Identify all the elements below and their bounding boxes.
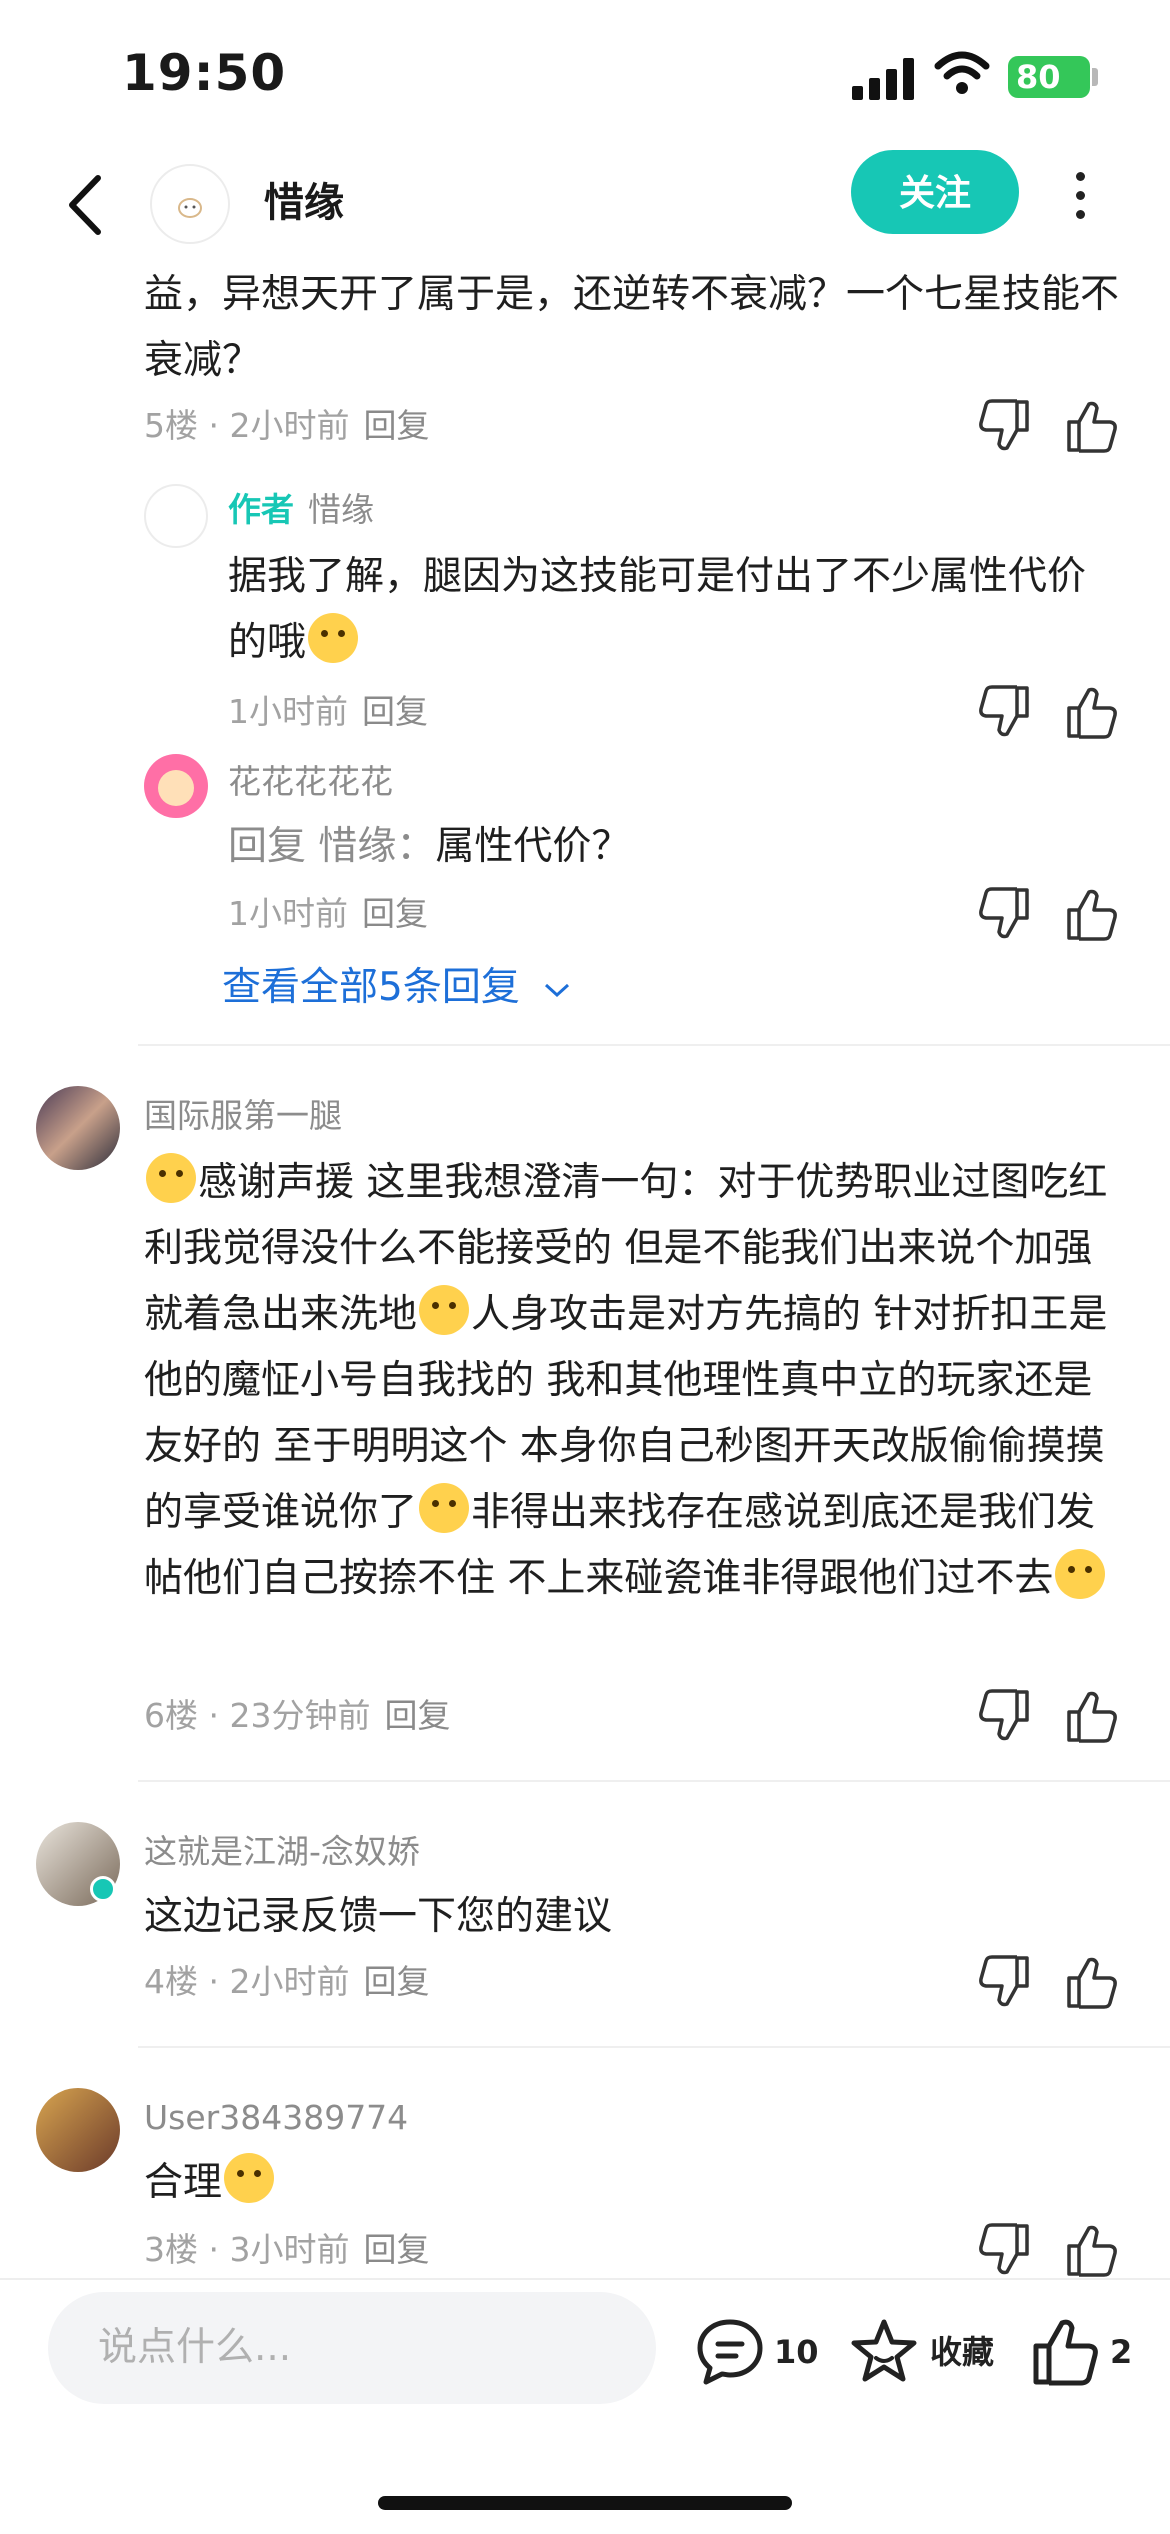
reply-meta: 1小时前 回复 [228,892,428,936]
chevron-down-icon [545,983,570,998]
avatar[interactable] [36,1086,120,1170]
dislike-icon[interactable] [973,396,1033,456]
dislike-icon[interactable] [973,2220,1033,2280]
view-all-label: 查看全部5条回复 [222,965,520,1010]
comment-meta: 6楼 · 23分钟前 回复 [144,1696,451,1735]
bottom-action-bar: 说点什么... 10 收藏 2 [0,2278,1170,2534]
grin-emoji-icon [1055,1549,1106,1599]
comment-input[interactable]: 说点什么... [48,2292,656,2404]
floor-label: 3楼 [144,2230,198,2269]
dislike-icon[interactable] [973,1686,1033,1746]
comment-text: 感谢声援 这里我想澄清一句：对于优势职业过图吃红利我觉得没什么不能接受的 但是不… [144,1150,1124,1612]
floor-label: 5楼 [144,406,198,445]
dislike-icon[interactable] [973,682,1033,742]
avatar[interactable] [36,2088,120,2172]
like-icon[interactable] [1063,2220,1123,2280]
divider [138,1044,1170,1046]
comment-meta: 4楼 · 2小时前 回复 [144,1962,430,2001]
cat-avatar-icon [178,198,202,218]
dislike-icon[interactable] [973,884,1033,944]
time-label: 2小时前 [229,1962,350,2001]
reply-text: 据我了解，腿因为这技能可是付出了不少属性代价的哦 [228,544,1108,676]
floor-label: 4楼 [144,1962,198,2001]
reply-meta: 1小时前 回复 [228,690,428,734]
collect-label[interactable]: 收藏 [930,2328,994,2376]
comment-meta: 3楼 · 3小时前 回复 [144,2230,430,2269]
wifi-icon [934,51,990,94]
reply-username[interactable]: 惜缘 [308,490,374,529]
smile-emoji-icon [308,613,359,663]
divider [138,2046,1170,2048]
follow-button[interactable]: 关注 [851,150,1019,234]
nav-bar: 惜缘 关注 [0,150,1170,260]
reply-button[interactable]: 回复 [363,406,429,445]
avatar[interactable] [150,164,230,244]
reply-to-prefix[interactable]: 回复 惜缘： [228,824,435,869]
dislike-icon[interactable] [973,1952,1033,2012]
sweat-emoji-icon [419,1285,470,1335]
reply-author: 作者 惜缘 [228,488,374,532]
reply-button[interactable]: 回复 [362,894,428,933]
like-icon[interactable] [1063,396,1123,456]
time-label: 1小时前 [228,692,348,731]
like-icon[interactable] [1028,2314,1104,2390]
reply-button[interactable]: 回复 [362,692,428,731]
like-count: 2 [1110,2333,1133,2371]
reply-text-content: 属性代价？ [435,824,631,869]
thinking-emoji-icon [419,1483,470,1533]
time-label: 23分钟前 [229,1696,371,1735]
like-icon[interactable] [1063,682,1123,742]
reply-button[interactable]: 回复 [384,1696,450,1735]
verified-badge-icon [90,1876,116,1902]
avatar[interactable] [144,484,208,548]
like-icon[interactable] [1063,884,1123,944]
more-icon[interactable] [1060,166,1100,226]
floor-label: 6楼 [144,1696,198,1735]
home-indicator [378,2496,792,2510]
comment-text-content: 合理 [144,2160,223,2205]
back-button[interactable] [60,170,120,240]
signal-icon [852,58,914,100]
like-icon[interactable] [1063,1686,1123,1746]
divider [138,1780,1170,1782]
avatar[interactable] [144,754,208,818]
time-label: 2小时前 [229,406,350,445]
avatar-face [158,770,194,806]
time-label: 3小时前 [229,2230,350,2269]
comment-text: 这边记录反馈一下您的建议 [144,1894,613,1939]
author-badge: 作者 [228,490,294,529]
happy-emoji-icon [224,2153,275,2203]
comment-icon[interactable] [692,2314,768,2390]
comment-text: 益，异想天开了属于是，还逆转不衰减？一个七星技能不衰减？ [144,272,1120,383]
comment-username[interactable]: 国际服第一腿 [144,1094,342,1138]
reply-button[interactable]: 回复 [363,1962,429,2001]
reply-username[interactable]: 花花花花花 [228,760,393,804]
comment-username[interactable]: 这就是江湖-念奴娇 [144,1830,420,1874]
reply-text-content: 据我了解，腿因为这技能可是付出了不少属性代价的哦 [228,554,1087,665]
battery-icon: 80 [1008,56,1090,98]
reply-button[interactable]: 回复 [363,2230,429,2269]
reply-text: 回复 惜缘：属性代价？ [228,814,1108,880]
star-icon[interactable] [846,2314,922,2390]
battery-tip [1092,68,1098,86]
status-time: 19:50 [122,44,287,102]
comment-meta: 5楼 · 2小时前 回复 [144,406,430,445]
author-name[interactable]: 惜缘 [264,170,344,236]
thinking-emoji-icon [146,1153,196,1203]
status-bar: 19:50 80 [0,0,1170,150]
comment-count: 10 [774,2333,819,2371]
comment-text: 合理 [144,2150,1124,2216]
comment-username[interactable]: User384389774 [144,2096,408,2140]
time-label: 1小时前 [228,894,348,933]
like-icon[interactable] [1063,1952,1123,2012]
view-all-replies-link[interactable]: 查看全部5条回复 [222,958,572,1018]
